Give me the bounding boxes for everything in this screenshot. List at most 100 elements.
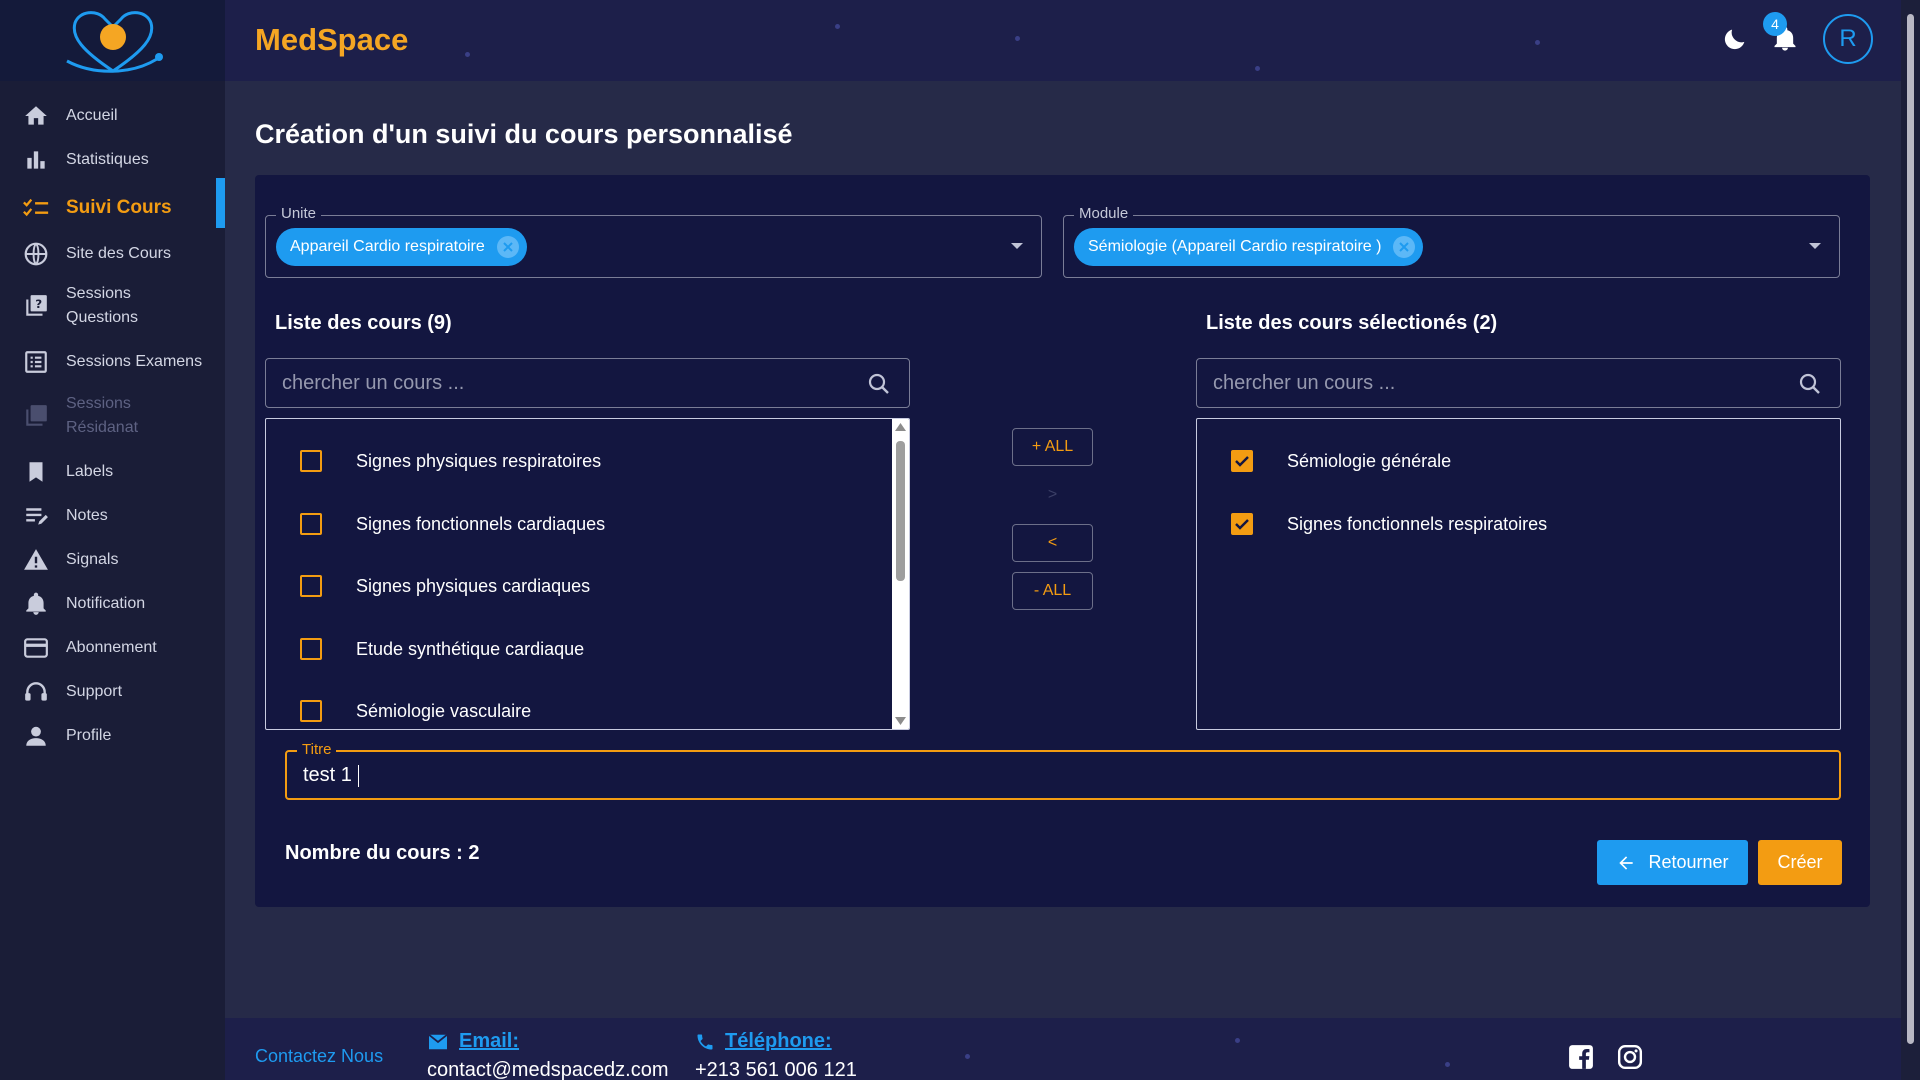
sidebar-item-label: Signals xyxy=(66,551,119,568)
top-header: MedSpace 4 R xyxy=(225,0,1901,81)
sidebar-item-accueil[interactable]: Accueil xyxy=(0,98,225,134)
email-label: Email: xyxy=(459,1030,520,1052)
sidebar-item-notification[interactable]: Notification xyxy=(0,586,225,622)
sidebar-item-label: Site des Cours xyxy=(66,245,171,262)
available-list-title: Liste des cours (9) xyxy=(275,312,452,334)
list-item-label: Signes physiques respiratoires xyxy=(356,450,602,471)
svg-text:?: ? xyxy=(35,297,42,311)
remove-all-button[interactable]: - ALL xyxy=(1012,572,1093,610)
main-content: Création d'un suivi du cours personnalis… xyxy=(225,81,1901,1018)
email-link[interactable]: Email: xyxy=(427,1030,669,1053)
sidebar-item-label: Sessions Examens xyxy=(66,353,203,370)
list-item[interactable]: Signes fonctionnels respiratoires xyxy=(1197,502,1840,546)
checkbox[interactable] xyxy=(1231,513,1253,535)
checkbox[interactable] xyxy=(300,700,322,722)
sidebar-item-suivi-cours[interactable]: Suivi Cours xyxy=(0,186,225,230)
list-item[interactable]: Signes fonctionnels cardiaques xyxy=(266,502,894,546)
sidebar-item-labels[interactable]: Labels xyxy=(0,454,225,490)
footer-email: Email: contact@medspacedz.com xyxy=(427,1030,669,1080)
sidebar-item-sessions-examens[interactable]: Sessions Examens xyxy=(0,344,225,380)
search-icon xyxy=(1799,373,1820,394)
course-count: Nombre du cours : 2 xyxy=(285,842,480,864)
active-indicator xyxy=(216,178,225,228)
list-item[interactable]: Signes physiques cardiaques xyxy=(266,564,894,608)
decor-star xyxy=(1235,1038,1240,1043)
sidebar-item-label: Suivi Cours xyxy=(66,197,172,218)
notifications-button[interactable]: 4 xyxy=(1763,12,1799,54)
sidebar-item-profile[interactable]: Profile xyxy=(0,718,225,754)
close-icon[interactable] xyxy=(1393,236,1416,258)
titre-value: test 1 xyxy=(303,764,352,786)
medspace-logo[interactable] xyxy=(0,0,225,81)
notification-badge: 4 xyxy=(1763,12,1787,36)
list-item[interactable]: Signes physiques respiratoires xyxy=(266,439,894,483)
instagram-link[interactable] xyxy=(1617,1044,1643,1070)
list-item-label: Signes fonctionnels cardiaques xyxy=(356,513,606,534)
page-scrollbar[interactable] xyxy=(1901,0,1920,1080)
unite-chip-label: Appareil Cardio respiratoire xyxy=(290,238,485,255)
sidebar-item-abonnement[interactable]: Abonnement xyxy=(0,630,225,666)
sidebar-item-label: Profile xyxy=(66,727,112,744)
facebook-icon xyxy=(1569,1045,1593,1069)
scroll-up-icon[interactable] xyxy=(895,423,906,431)
checkbox[interactable] xyxy=(300,638,322,660)
decor-star xyxy=(1255,66,1260,71)
sidebar-item-statistiques[interactable]: Statistiques xyxy=(0,142,225,178)
remove-button[interactable]: < xyxy=(1012,524,1093,562)
dark-mode-toggle[interactable] xyxy=(1721,25,1749,53)
selected-list: Sémiologie générale Signes fonctionnels … xyxy=(1196,418,1841,730)
warning-icon xyxy=(22,546,50,574)
unite-label: Unite xyxy=(276,205,322,222)
titre-input[interactable]: Titre test 1 xyxy=(285,741,1841,800)
selected-search-input[interactable]: chercher un cours ... xyxy=(1196,358,1841,408)
checkbox[interactable] xyxy=(300,450,322,472)
available-search-input[interactable]: chercher un cours ... xyxy=(265,358,910,408)
contact-link[interactable]: Contactez Nous xyxy=(255,1046,383,1067)
list-item[interactable]: Etude synthétique cardiaque xyxy=(266,627,894,671)
sidebar-item-label: Support xyxy=(66,683,123,700)
checkbox[interactable] xyxy=(300,513,322,535)
back-button[interactable]: Retourner xyxy=(1597,840,1748,885)
list-scrollbar-thumb[interactable] xyxy=(896,441,905,581)
search-placeholder: chercher un cours ... xyxy=(1213,371,1396,394)
checkbox[interactable] xyxy=(1231,450,1253,472)
instagram-icon xyxy=(1617,1044,1643,1070)
search-icon xyxy=(868,373,889,394)
quiz-icon: ? xyxy=(22,292,50,320)
phone-link[interactable]: Téléphone: xyxy=(695,1030,857,1053)
create-button[interactable]: Créer xyxy=(1758,840,1842,885)
sidebar-item-label: Statistiques xyxy=(66,151,149,168)
sidebar-item-label: Abonnement xyxy=(66,639,157,656)
sidebar-item-site-des-cours[interactable]: Site des Cours xyxy=(0,236,225,272)
list-scrollbar[interactable] xyxy=(892,419,909,729)
unite-select[interactable]: Unite Appareil Cardio respiratoire xyxy=(265,205,1042,278)
list-item[interactable]: Sémiologie vasculaire xyxy=(266,689,894,729)
avatar[interactable]: R xyxy=(1823,14,1873,64)
close-icon[interactable] xyxy=(496,236,519,258)
scroll-down-icon[interactable] xyxy=(895,717,906,725)
page-scrollbar-thumb[interactable] xyxy=(1907,14,1914,1044)
brand-title: MedSpace xyxy=(255,22,409,57)
back-button-label: Retourner xyxy=(1648,852,1729,872)
unite-chip[interactable]: Appareil Cardio respiratoire xyxy=(276,228,527,266)
add-all-button[interactable]: + ALL xyxy=(1012,428,1093,466)
add-button[interactable]: > xyxy=(1012,476,1093,514)
facebook-link[interactable] xyxy=(1568,1044,1594,1070)
module-chip[interactable]: Sémiologie (Appareil Cardio respiratoire… xyxy=(1074,228,1424,266)
chevron-down-icon[interactable] xyxy=(1011,243,1023,249)
list-icon xyxy=(22,348,50,376)
sidebar-item-signals[interactable]: Signals xyxy=(0,542,225,578)
chevron-down-icon[interactable] xyxy=(1809,243,1821,249)
page-title: Création d'un suivi du cours personnalis… xyxy=(255,119,793,149)
header-actions: 4 R xyxy=(1721,12,1873,64)
text-cursor xyxy=(357,764,359,787)
decor-star xyxy=(965,1054,970,1059)
sidebar-item-notes[interactable]: Notes xyxy=(0,498,225,534)
sidebar-item-sessions-questions[interactable]: ? Sessions Questions xyxy=(0,282,225,332)
sidebar-item-support[interactable]: Support xyxy=(0,674,225,710)
list-item[interactable]: Sémiologie générale xyxy=(1197,439,1840,483)
checkmark-icon xyxy=(1235,519,1249,530)
module-select[interactable]: Module Sémiologie (Appareil Cardio respi… xyxy=(1063,205,1840,278)
credit-card-icon xyxy=(22,634,50,662)
checkbox[interactable] xyxy=(300,575,322,597)
